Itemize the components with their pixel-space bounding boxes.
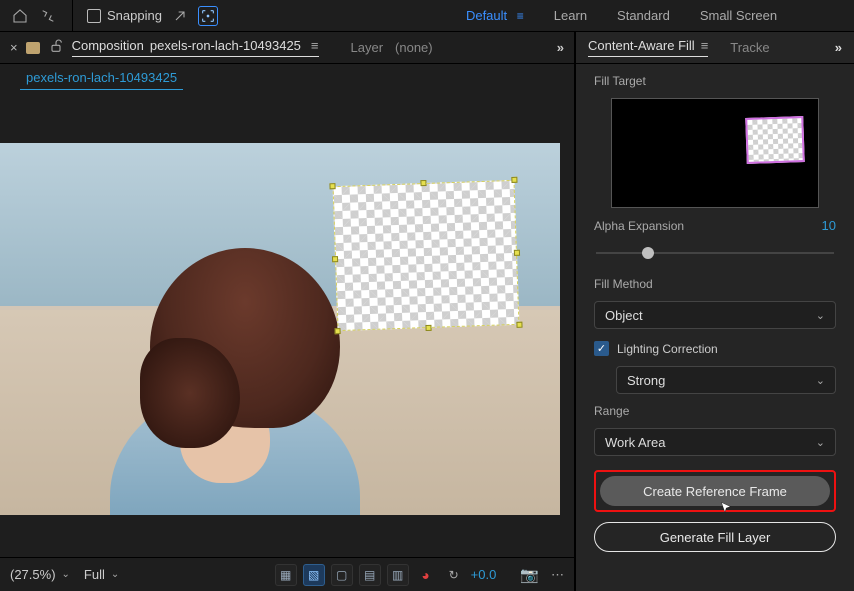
layer-value: (none) — [395, 40, 433, 55]
canvas[interactable] — [0, 143, 560, 515]
fill-method-select[interactable]: Object ⌄ — [594, 301, 836, 329]
canvas-person — [70, 218, 350, 515]
composition-name: pexels-ron-lach-10493425 — [150, 38, 301, 53]
lighting-correction-row: ✓ Lighting Correction — [594, 341, 836, 356]
footer-icon-group: ▦ ▧ ▢ ▤ ▥ ◕ ↻ +0.0 📷 ⋯ — [275, 564, 564, 586]
canvas-mask[interactable] — [333, 179, 520, 330]
guides-icon[interactable]: ▤ — [359, 564, 381, 586]
workspace-menu-icon[interactable]: ≡ — [517, 9, 524, 23]
chevron-down-icon: ⌄ — [62, 569, 70, 580]
tracker-tab[interactable]: Tracke — [730, 40, 769, 55]
create-reference-frame-label: Create Reference Frame — [643, 484, 787, 499]
expand-panel-icon[interactable]: » — [557, 40, 564, 55]
workspace-default-label: Default — [466, 8, 507, 23]
reset-exposure-icon[interactable]: ↻ — [443, 564, 465, 586]
fill-target-mask — [745, 116, 805, 164]
snap-point-icon[interactable] — [198, 6, 218, 26]
composition-tab[interactable]: pexels-ron-lach-10493425 — [20, 68, 183, 90]
snapping-label: Snapping — [107, 8, 162, 23]
lighting-correction-label: Lighting Correction — [617, 342, 718, 356]
generate-fill-layer-label: Generate Fill Layer — [660, 530, 771, 545]
fill-method-label: Fill Method — [594, 277, 836, 291]
fill-method-value: Object — [605, 308, 643, 323]
channel-icon[interactable]: ▥ — [387, 564, 409, 586]
range-label: Range — [594, 404, 836, 418]
chevron-down-icon: ⌄ — [111, 569, 119, 580]
top-toolbar: Snapping Default ≡ Learn Standard Small … — [0, 0, 854, 32]
composition-panel: × Composition pexels-ron-lach-10493425 ≡… — [0, 32, 575, 591]
fill-target-thumbnail — [611, 98, 819, 208]
rotate-icon[interactable] — [38, 6, 58, 26]
chevron-down-icon: ⌄ — [816, 436, 825, 449]
content-aware-fill-tab[interactable]: Content-Aware Fill ≡ — [588, 38, 708, 57]
composition-title-tab[interactable]: Composition pexels-ron-lach-10493425 ≡ — [72, 38, 319, 57]
cursor-icon — [720, 501, 734, 518]
workspace-tabs: Default ≡ Learn Standard Small Screen — [466, 8, 777, 23]
composition-footer: (27.5%) ⌄ Full ⌄ ▦ ▧ ▢ ▤ ▥ ◕ ↻ +0.0 📷 ⋯ — [0, 557, 574, 591]
home-icon[interactable] — [10, 6, 30, 26]
range-select[interactable]: Work Area ⌄ — [594, 428, 836, 456]
expand-panel-icon[interactable]: » — [835, 40, 842, 55]
alpha-expansion-slider[interactable] — [596, 245, 834, 261]
lock-icon[interactable] — [48, 38, 64, 57]
resolution-dropdown[interactable]: Full ⌄ — [84, 567, 119, 582]
layer-label: Layer — [351, 40, 384, 55]
content-aware-fill-body: Fill Target Alpha Expansion 10 Fill Meth… — [576, 64, 854, 591]
generate-fill-layer-button[interactable]: Generate Fill Layer — [594, 522, 836, 552]
mask-visibility-icon[interactable]: ▧ — [303, 564, 325, 586]
content-aware-fill-panel: Content-Aware Fill ≡ Tracke » Fill Targe… — [575, 32, 854, 591]
lighting-correction-checkbox[interactable]: ✓ — [594, 341, 609, 356]
panel-menu-icon[interactable]: ≡ — [311, 38, 319, 53]
create-reference-frame-button[interactable]: Create Reference Frame — [600, 476, 830, 506]
transparency-grid-icon[interactable]: ▦ — [275, 564, 297, 586]
exposure-value[interactable]: +0.0 — [471, 567, 497, 582]
panel-menu-icon[interactable]: ≡ — [701, 38, 709, 53]
lighting-strength-value: Strong — [627, 373, 665, 388]
highlight-box: Create Reference Frame — [594, 470, 836, 512]
alpha-expansion-value[interactable]: 10 — [822, 218, 836, 233]
folder-icon — [26, 42, 40, 54]
composition-word: Composition — [72, 38, 144, 53]
zoom-dropdown[interactable]: (27.5%) ⌄ — [10, 567, 70, 582]
snap-options-icon[interactable] — [170, 6, 190, 26]
workspace-smallscreen[interactable]: Small Screen — [700, 8, 777, 23]
fill-target-label: Fill Target — [594, 74, 836, 88]
main-area: × Composition pexels-ron-lach-10493425 ≡… — [0, 32, 854, 591]
color-management-icon[interactable]: ◕ — [415, 564, 437, 586]
canvas-area — [0, 94, 574, 557]
chevron-down-icon: ⌄ — [816, 374, 825, 387]
workspace-standard[interactable]: Standard — [617, 8, 670, 23]
workspace-default[interactable]: Default ≡ — [466, 8, 524, 23]
alpha-expansion-row: Alpha Expansion 10 — [594, 218, 836, 233]
composition-header: × Composition pexels-ron-lach-10493425 ≡… — [0, 32, 574, 64]
divider — [72, 0, 73, 31]
composition-tabs: pexels-ron-lach-10493425 — [0, 64, 574, 94]
snapping-toggle[interactable]: Snapping — [87, 8, 162, 23]
snapshot-icon[interactable]: 📷 — [520, 566, 539, 584]
footer-overflow-icon[interactable]: ⋯ — [551, 567, 564, 583]
content-aware-fill-label: Content-Aware Fill — [588, 38, 695, 53]
workspace-learn[interactable]: Learn — [554, 8, 587, 23]
alpha-expansion-label: Alpha Expansion — [594, 219, 684, 233]
region-of-interest-icon[interactable]: ▢ — [331, 564, 353, 586]
zoom-value: (27.5%) — [10, 567, 56, 582]
checkbox-icon — [87, 9, 101, 23]
chevron-down-icon: ⌄ — [816, 309, 825, 322]
range-value: Work Area — [605, 435, 665, 450]
right-panel-header: Content-Aware Fill ≡ Tracke » — [576, 32, 854, 64]
resolution-value: Full — [84, 567, 105, 582]
close-tab-icon[interactable]: × — [10, 40, 18, 55]
lighting-strength-select[interactable]: Strong ⌄ — [616, 366, 836, 394]
